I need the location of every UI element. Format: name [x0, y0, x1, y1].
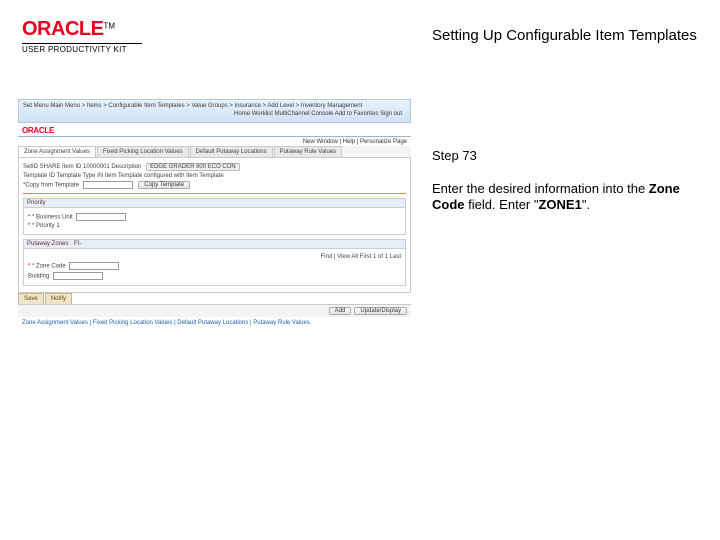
logo: ORACLETM USER PRODUCTIVITY KIT — [22, 18, 142, 54]
save-tab[interactable]: Save — [18, 293, 44, 304]
panel-putaway-header: Putaway Zones FI- — [24, 240, 405, 249]
panel-putaway-zones: Putaway Zones FI- Find | View All First … — [23, 239, 406, 286]
tab-putaway-rule[interactable]: Putaway Rule Values — [274, 146, 343, 157]
add-button[interactable]: Add — [329, 307, 352, 315]
shot-item-line: SetID SHARE Item ID 10000001 Description… — [23, 163, 406, 171]
instruction-pre: Enter the desired information into the — [432, 181, 649, 196]
panel-priority: Priority * * Business Unit * * Priority … — [23, 198, 406, 235]
shot-navlinks: Home Worklist MultiChannel Console Add t… — [23, 111, 406, 119]
building-input[interactable] — [53, 272, 103, 280]
shot-template-info: Template ID Template Type IN Item Templa… — [23, 173, 406, 179]
logo-brand: ORACLE — [22, 18, 103, 40]
tab-default-putaway[interactable]: Default Putaway Locations — [190, 146, 273, 157]
panel-putaway-title: Putaway Zones — [27, 241, 68, 247]
copy-template-input[interactable] — [83, 181, 133, 189]
step-label: Step 73 — [432, 148, 702, 163]
shot-copy-label: *Copy from Template — [23, 182, 79, 188]
shot-item-desc: EDGE GRADER 800 ECO CON — [146, 163, 240, 171]
zone-code-label: * Zone Code — [32, 263, 66, 269]
page-title: Setting Up Configurable Item Templates — [432, 27, 697, 44]
panel-priority-header: Priority — [24, 199, 405, 208]
panel-pager: Find | View All First 1 of 1 Last — [28, 254, 401, 260]
panel-putaway-sub: FI- — [74, 241, 81, 247]
tab-zone-assignment[interactable]: Zone Assignment Values — [18, 146, 96, 157]
notify-tab[interactable]: Notify — [45, 293, 72, 304]
shot-divider — [18, 136, 411, 137]
logo-divider — [22, 43, 142, 44]
shot-breadcrumb: Set Menu Main Menu > Items > Configurabl… — [23, 103, 406, 111]
instruction-text: Enter the desired information into the Z… — [432, 181, 702, 214]
shot-item-info: SetID SHARE Item ID 10000001 Description — [23, 164, 141, 170]
embedded-screenshot: Set Menu Main Menu > Items > Configurabl… — [18, 99, 411, 329]
shot-logo-row: ORACLE — [18, 123, 411, 135]
shot-bottom-tabs: Save Notify — [18, 293, 411, 304]
shot-copy-line: *Copy from Template Copy Template — [23, 181, 406, 189]
logo-subtitle: USER PRODUCTIVITY KIT — [22, 45, 142, 54]
tab-fixed-picking[interactable]: Fixed Picking Location Values — [97, 146, 189, 157]
business-unit-input[interactable] — [76, 213, 126, 221]
business-unit-label: * Business Unit — [32, 214, 73, 220]
zone-code-input[interactable] — [69, 262, 119, 270]
shot-bottom-crumb: Zone Assignment Values | Fixed Picking L… — [18, 317, 411, 329]
instruction-value: ZONE1 — [538, 197, 581, 212]
building-label: Building — [28, 273, 49, 279]
update-display-button[interactable]: Update/Display — [354, 307, 407, 315]
shot-topbar: Set Menu Main Menu > Items > Configurabl… — [18, 99, 411, 123]
shot-oracle-logo: ORACLE — [22, 126, 54, 135]
priority-label: * Priority 1 — [32, 223, 60, 229]
shot-tabs: Zone Assignment Values Fixed Picking Loc… — [18, 146, 411, 158]
instruction-mid: field. Enter " — [465, 197, 539, 212]
shot-helplinks: New Window | Help | Personalize Page — [18, 139, 411, 146]
shot-footer: Add Update/Display — [18, 304, 411, 317]
shot-body: SetID SHARE Item ID 10000001 Description… — [18, 158, 411, 293]
copy-template-button[interactable]: Copy Template — [138, 181, 190, 189]
instruction-post: ". — [582, 197, 590, 212]
logo-tm: TM — [103, 22, 115, 31]
shot-orange-divider — [23, 193, 406, 194]
